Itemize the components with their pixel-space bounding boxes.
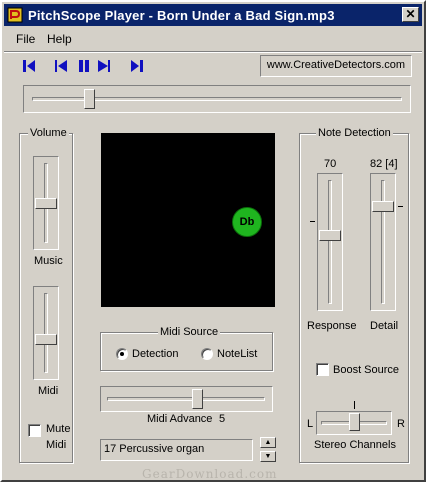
play-icon <box>98 60 110 72</box>
volume-group-title: Volume <box>28 127 69 139</box>
midi-advance-value: 5 <box>219 413 226 425</box>
detail-groove <box>381 180 385 304</box>
skip-to-end-icon <box>131 60 143 72</box>
seek-thumb[interactable] <box>84 89 95 109</box>
music-volume-slider[interactable] <box>33 156 59 250</box>
arrow-up-icon: ▲ <box>264 439 272 446</box>
radio-notelist[interactable] <box>201 348 213 360</box>
music-label: Music <box>34 255 63 267</box>
midi-advance-slider[interactable] <box>100 386 273 412</box>
arrow-down-icon: ▼ <box>264 453 272 460</box>
midi-groove <box>44 293 48 373</box>
midi-thumb[interactable] <box>35 334 57 345</box>
close-button[interactable]: ✕ <box>402 7 419 22</box>
pause-button[interactable] <box>76 58 92 74</box>
menu-help[interactable]: Help <box>47 32 72 46</box>
radio-detection-label: Detection <box>132 348 179 360</box>
play-button[interactable] <box>96 58 112 74</box>
response-groove <box>328 180 332 304</box>
note-detection-title: Note Detection <box>316 127 393 139</box>
stereo-channels-label: Stereo Channels <box>314 439 396 451</box>
radio-selected-dot <box>120 352 124 356</box>
midi-source-title: Midi Source <box>158 326 221 338</box>
app-icon <box>7 7 23 23</box>
stereo-slider[interactable] <box>316 411 392 435</box>
title-bar[interactable]: PitchScope Player - Born Under a Bad Sig… <box>4 4 422 26</box>
response-label: Response <box>307 320 357 332</box>
skip-to-start-icon <box>23 60 35 72</box>
menu-separator <box>4 51 422 53</box>
menu-file[interactable]: File <box>16 32 35 46</box>
stereo-center-tick <box>354 401 355 409</box>
response-tick <box>310 221 315 222</box>
detail-value: 82 [4] <box>370 158 398 170</box>
midi-advance-thumb[interactable] <box>192 389 203 409</box>
skip-to-end-button[interactable] <box>129 58 145 74</box>
watermark: GearDownload.com <box>142 467 278 481</box>
response-slider[interactable] <box>317 173 343 311</box>
close-icon: ✕ <box>405 7 416 21</box>
stereo-right-label: R <box>397 418 405 430</box>
skip-to-start-button[interactable] <box>21 58 37 74</box>
mute-midi-checkbox[interactable] <box>28 424 41 437</box>
midi-advance-label: Midi Advance <box>147 413 213 425</box>
stereo-thumb[interactable] <box>349 413 360 431</box>
midi-advance-groove <box>107 397 265 401</box>
boost-source-checkbox[interactable] <box>316 363 329 376</box>
radio-notelist-label: NoteList <box>217 348 258 360</box>
mute-label: Mute <box>46 423 71 435</box>
boost-source-label: Boost Source <box>333 364 400 376</box>
previous-button[interactable] <box>53 58 69 74</box>
detail-tick <box>398 206 403 207</box>
instrument-down-button[interactable]: ▼ <box>260 451 276 462</box>
instrument-up-button[interactable]: ▲ <box>260 437 276 448</box>
music-thumb[interactable] <box>35 198 57 209</box>
mute-midi-label: Midi <box>46 439 67 451</box>
instrument-field[interactable]: 17 Percussive organ <box>100 439 253 461</box>
response-value: 70 <box>324 158 337 170</box>
pitch-display: Db <box>101 133 275 307</box>
website-link[interactable]: www.CreativeDetectors.com <box>260 55 412 77</box>
previous-icon <box>55 60 67 72</box>
window-title: PitchScope Player - Born Under a Bad Sig… <box>28 8 335 23</box>
seek-slider[interactable] <box>23 85 411 113</box>
radio-detection[interactable] <box>116 348 128 360</box>
main-window: PitchScope Player - Born Under a Bad Sig… <box>0 0 426 482</box>
detail-label: Detail <box>370 320 399 332</box>
stereo-left-label: L <box>307 418 314 430</box>
response-thumb[interactable] <box>319 230 341 241</box>
detail-thumb[interactable] <box>372 201 394 212</box>
pause-icon <box>79 60 89 72</box>
detected-note: Db <box>232 207 262 237</box>
detail-slider[interactable] <box>370 173 396 311</box>
midi-volume-slider[interactable] <box>33 286 59 380</box>
midi-label: Midi <box>38 385 59 397</box>
